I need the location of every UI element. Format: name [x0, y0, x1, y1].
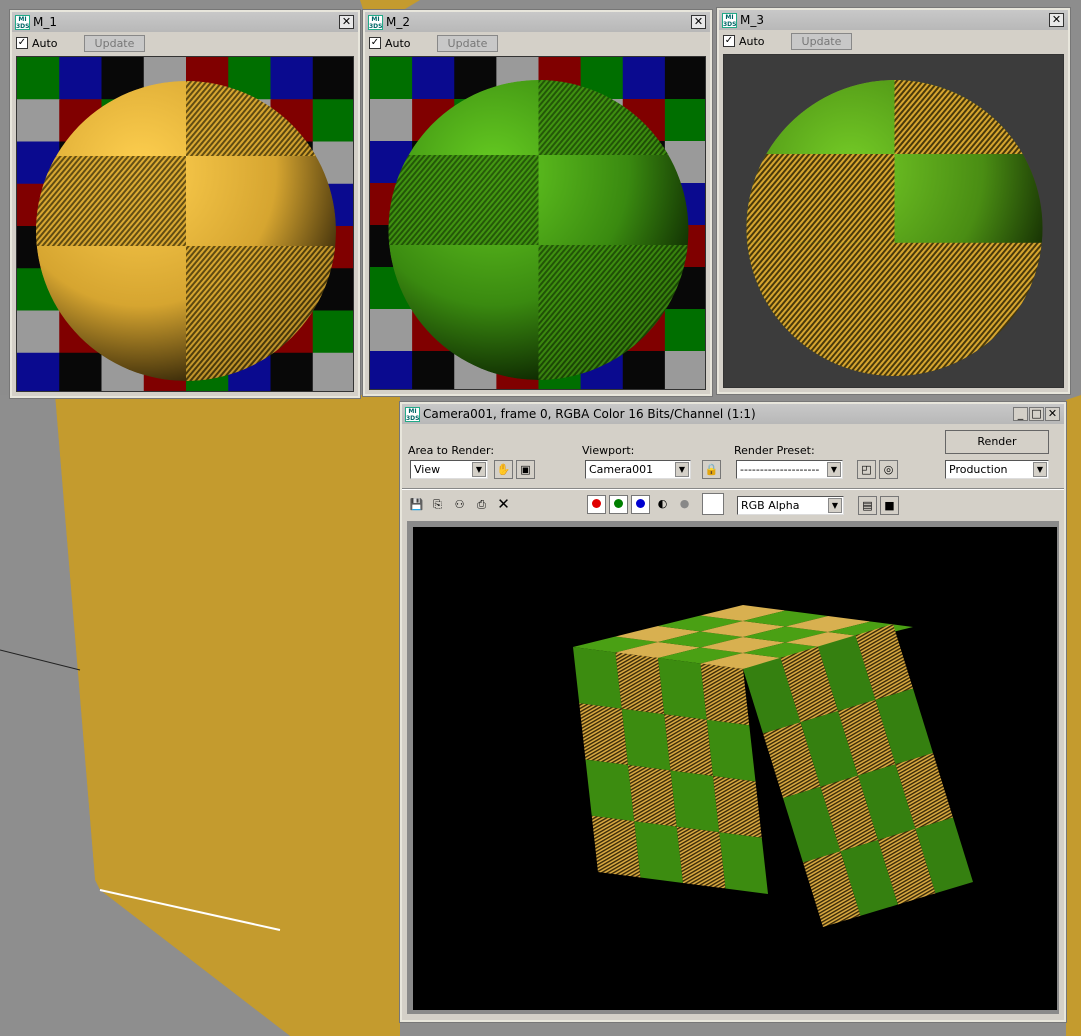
mode-value: Production [949, 463, 1008, 476]
3ds-logo-icon: MI 3DS [368, 14, 383, 30]
cube-tile [719, 832, 768, 894]
render-window-title: Camera001, frame 0, RGBA Color 16 Bits/C… [423, 407, 756, 421]
cube-tile [591, 815, 641, 878]
auto-checkbox[interactable]: ✓ [723, 35, 735, 47]
chevron-down-icon: ▼ [675, 462, 689, 477]
render-setup-icon[interactable]: ◰ [857, 460, 876, 479]
channel-value: RGB Alpha [741, 499, 800, 512]
production-dropdown[interactable]: Production ▼ [945, 460, 1049, 479]
material-preview[interactable] [16, 56, 354, 392]
material-preview[interactable] [723, 54, 1064, 388]
chevron-down-icon: ▼ [828, 498, 842, 513]
area-to-render-dropdown[interactable]: View ▼ [410, 460, 488, 479]
cube-tile [621, 708, 671, 771]
area-value: View [414, 463, 441, 476]
alpha-dot-icon[interactable]: ● [675, 495, 694, 514]
color-swatch[interactable] [702, 493, 724, 515]
material-editor-window-3: MI 3DS M_3 ✕ ✓ Auto Update [717, 8, 1070, 394]
cube-tile [634, 821, 683, 883]
title-bar[interactable]: MI 3DS M_3 ✕ [719, 10, 1068, 30]
rendered-image [413, 527, 1057, 1010]
auto-label: Auto [32, 36, 58, 50]
maximize-button[interactable]: □ [1029, 407, 1044, 421]
chevron-down-icon: ▼ [472, 462, 486, 477]
lock-icon[interactable]: 🔒 [702, 460, 721, 479]
chevron-down-icon: ▼ [827, 462, 841, 477]
display-alpha-icon[interactable]: ■ [880, 496, 899, 515]
preset-value: -------------------- [740, 463, 820, 476]
auto-label: Auto [385, 36, 411, 50]
close-button[interactable]: ✕ [1045, 407, 1060, 421]
viewport-dropdown[interactable]: Camera001 ▼ [585, 460, 691, 479]
clone-icon[interactable]: ⚇ [450, 496, 469, 515]
area-to-render-label: Area to Render: [408, 444, 495, 457]
cube-tile [664, 714, 713, 776]
3ds-logo-icon: MI 3DS [15, 14, 30, 30]
render-title-bar[interactable]: MI 3DS Camera001, frame 0, RGBA Color 16 … [402, 404, 1064, 424]
cube-tile [700, 663, 750, 726]
copy-icon[interactable]: ⎘ [428, 496, 447, 515]
render-frame-window: MI 3DS Camera001, frame 0, RGBA Color 16 … [400, 402, 1066, 1022]
cube-tile [658, 658, 707, 720]
save-icon[interactable]: 💾 [407, 496, 426, 515]
render-preset-dropdown[interactable]: -------------------- ▼ [736, 460, 843, 479]
cube-tile [676, 826, 726, 889]
title-bar[interactable]: MI 3DS M_2 ✕ [365, 12, 710, 32]
cube-tile [579, 703, 628, 765]
window-title: M_3 [740, 13, 764, 27]
cube-tile [706, 719, 756, 782]
auto-checkbox[interactable]: ✓ [369, 37, 381, 49]
auto-checkbox[interactable]: ✓ [16, 37, 28, 49]
close-button[interactable]: ✕ [339, 15, 354, 29]
blue-channel-toggle[interactable] [631, 495, 650, 514]
3ds-logo-icon: MI 3DS [405, 406, 420, 422]
cube-tile [713, 776, 762, 838]
update-button[interactable]: Update [83, 34, 146, 52]
clear-icon[interactable]: ✕ [494, 496, 513, 515]
title-bar[interactable]: MI 3DS M_1 ✕ [12, 12, 358, 32]
auto-label: Auto [739, 34, 765, 48]
update-button[interactable]: Update [790, 32, 853, 50]
cube-tile [670, 770, 720, 833]
3ds-logo-icon: MI 3DS [722, 12, 737, 28]
print-icon[interactable]: ⎙ [472, 496, 491, 515]
window-title: M_2 [386, 15, 410, 29]
green-channel-toggle[interactable] [609, 495, 628, 514]
cube-tile [573, 647, 622, 709]
region-hand-icon[interactable]: ✋ [494, 460, 513, 479]
channel-dropdown[interactable]: RGB Alpha ▼ [737, 496, 844, 515]
chevron-down-icon: ▼ [1033, 462, 1047, 477]
cube-tile [628, 765, 677, 827]
auto-region-icon[interactable]: ▣ [516, 460, 535, 479]
render-preset-label: Render Preset: [734, 444, 815, 457]
viewport-value: Camera001 [589, 463, 654, 476]
material-editor-window-2: MI 3DS M_2 ✕ ✓ Auto Update [363, 10, 712, 396]
close-button[interactable]: ✕ [1049, 13, 1064, 27]
render-button[interactable]: Render [945, 430, 1049, 454]
material-preview[interactable] [369, 56, 706, 390]
minimize-button[interactable]: _ [1013, 407, 1028, 421]
material-editor-window-1: MI 3DS M_1 ✕ ✓ Auto Update [10, 10, 360, 398]
cube-tile [585, 759, 635, 822]
mono-icon[interactable]: ◐ [653, 495, 672, 514]
cube-tile [615, 652, 665, 715]
update-button[interactable]: Update [436, 34, 499, 52]
window-title: M_1 [33, 15, 57, 29]
environment-icon[interactable]: ◎ [879, 460, 898, 479]
display-toggle-icon[interactable]: ▤ [858, 496, 877, 515]
viewport-label: Viewport: [582, 444, 635, 457]
close-button[interactable]: ✕ [691, 15, 706, 29]
red-channel-toggle[interactable] [587, 495, 606, 514]
